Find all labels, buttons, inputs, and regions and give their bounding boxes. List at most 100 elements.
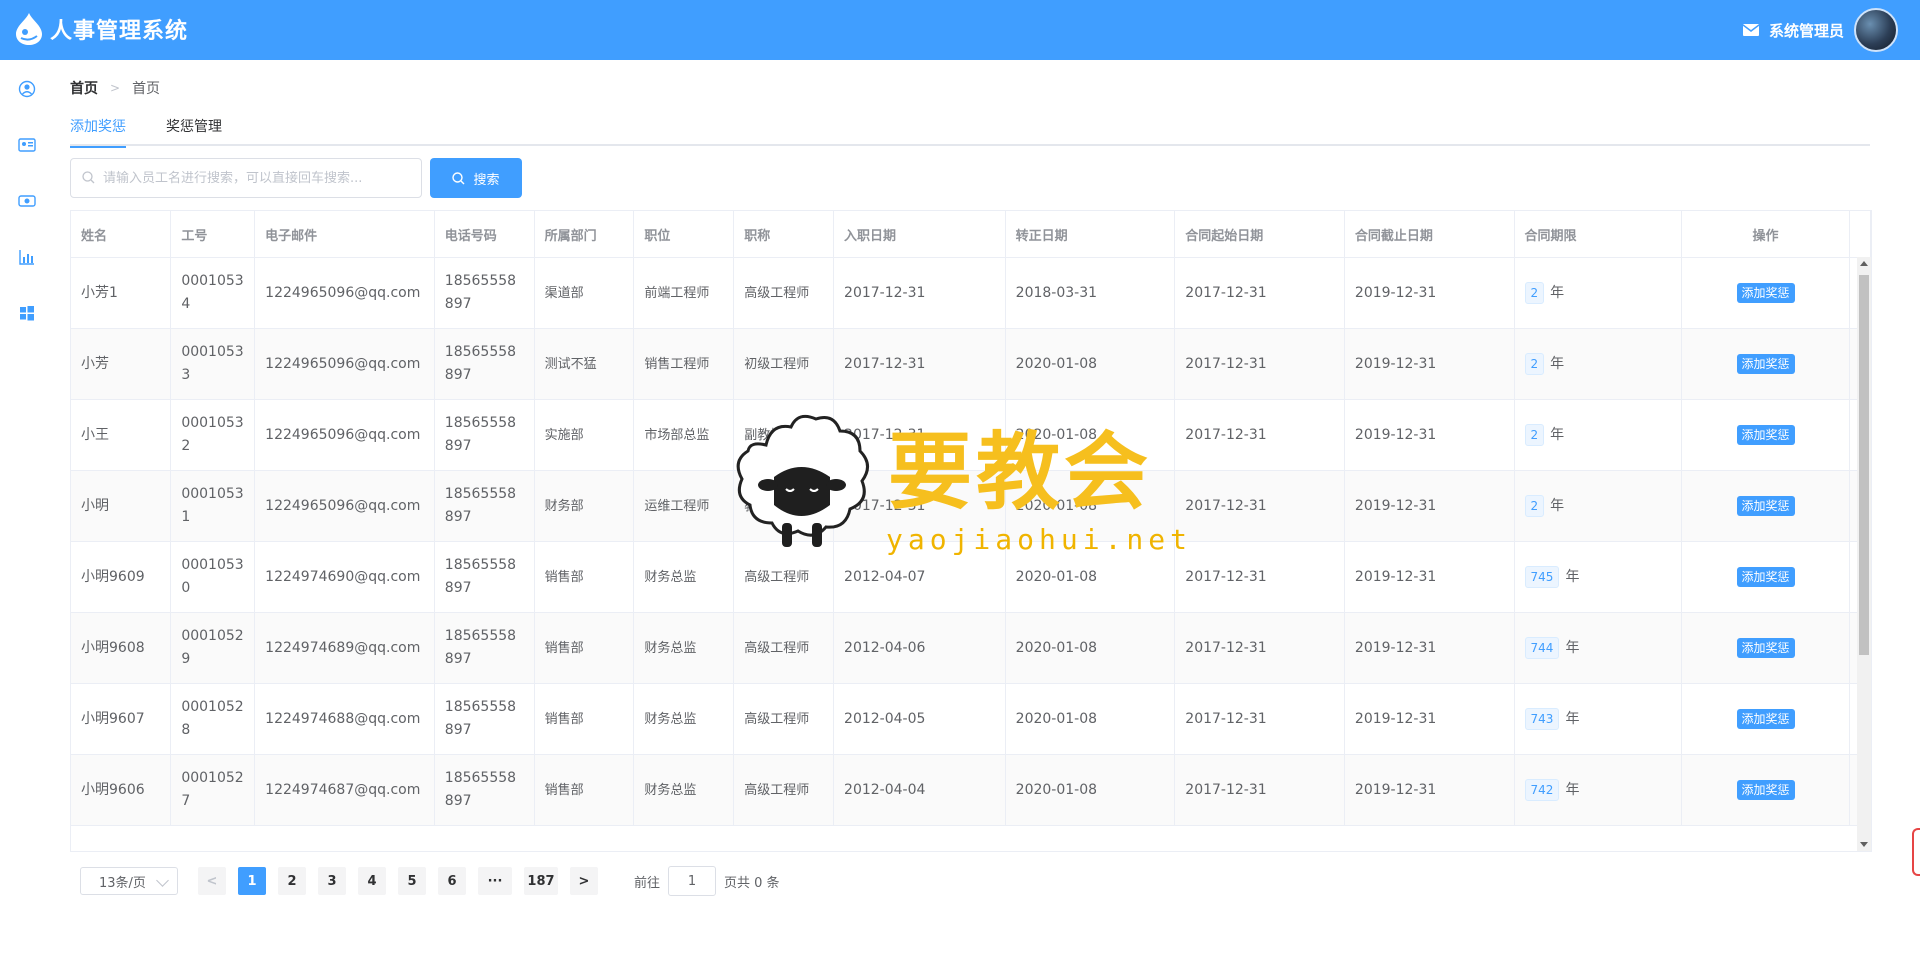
table-cell-dept: 销售部 [534,683,635,755]
term-unit: 年 [1550,284,1565,301]
column-header: 姓名 [71,211,172,258]
page-button[interactable]: 4 [358,867,386,895]
table-cell-phone: 18565558897 [434,399,535,471]
add-reward-button[interactable]: 添加奖惩 [1736,495,1795,516]
column-header: 入职日期 [833,211,1006,258]
user-menu[interactable]: 系统管理员 [1742,8,1898,52]
table-cell-position: 销售工程师 [633,328,735,400]
table-cell-name: 小明9606 [71,754,172,826]
table-cell-phone: 18565558897 [434,754,535,826]
table-scrollbar[interactable] [1857,257,1871,851]
more-pages-button[interactable]: ··· [478,867,512,895]
avatar[interactable] [1854,8,1898,52]
table-cell-end: 2019-12-31 [1344,257,1515,329]
bar-chart-icon[interactable] [18,248,36,266]
page-button[interactable]: 3 [318,867,346,895]
table-cell-term: 2年 [1514,470,1683,542]
table-header-row: 姓名 工号 电子邮件 电话号码 所属部门 职位 职称 入职日期 转正日期 合同起… [71,211,1871,258]
windows-icon[interactable] [18,304,36,322]
table-cell-name: 小王 [71,399,172,471]
term-unit: 年 [1550,355,1565,372]
tab-reward-manage[interactable]: 奖惩管理 [166,116,222,136]
page-button[interactable]: 5 [398,867,426,895]
table-cell-action: 添加奖惩 [1681,754,1850,826]
table-cell-action: 添加奖惩 [1681,257,1850,329]
scroll-thumb[interactable] [1859,275,1869,655]
table-cell-title: 高级工程师 [733,257,835,329]
table-cell-title: 高级工程师 [733,541,835,613]
table-cell-title: 高级工程师 [733,754,835,826]
next-page-button[interactable]: > [570,867,598,895]
add-reward-button[interactable]: 添加奖惩 [1736,708,1795,729]
top-header: 人事管理系统 系统管理员 [0,0,1920,60]
page-button[interactable]: 1 [238,867,266,895]
add-reward-button[interactable]: 添加奖惩 [1736,424,1795,445]
add-reward-button[interactable]: 添加奖惩 [1736,353,1795,374]
app-logo[interactable]: 人事管理系统 [14,12,188,46]
table-row: 小明9608 00010529 1224974689@qq.com 185655588… [71,612,1871,684]
page-button[interactable]: 6 [438,867,466,895]
table-row: 小芳 00010533 1224965096@qq.com 18565558897 测试… [71,328,1871,400]
tab-add-reward[interactable]: 添加奖惩 [70,116,126,148]
term-tag: 742 [1524,778,1560,801]
add-reward-button[interactable]: 添加奖惩 [1736,282,1795,303]
table-cell-start: 2017-12-31 [1174,470,1345,542]
search-button[interactable]: 搜索 [430,158,522,198]
scroll-up-icon[interactable] [1860,261,1868,266]
table-cell-phone: 18565558897 [434,328,535,400]
table-cell-dept: 实施部 [534,399,635,471]
table-cell-title: 高级工程师 [733,683,835,755]
table-cell-id: 00010531 [170,470,256,542]
table-cell-start: 2017-12-31 [1174,399,1345,471]
user-name[interactable]: 系统管理员 [1769,20,1844,41]
table-cell-action: 添加奖惩 [1681,612,1850,684]
table-cell-term: 744 年 [1514,612,1683,684]
table-cell-end: 2019-12-31 [1344,470,1515,542]
table-cell-title: 初级工程师 [733,328,835,400]
table-cell-entry: 2017-12-31 [833,399,1006,471]
table-cell-regular: 2020-01-08 [1005,328,1176,400]
side-handle[interactable] [1912,828,1920,876]
page-size-select[interactable]: 13条/页 [80,867,178,895]
table-cell-dept: 财务部 [534,470,635,542]
term-unit: 年 [1565,781,1580,798]
table-cell-end: 2019-12-31 [1344,754,1515,826]
table-cell-position: 财务总监 [633,683,735,755]
employee-grid: 姓名 工号 电子邮件 电话号码 所属部门 职位 职称 入职日期 转正日期 合同起… [71,211,1871,826]
column-header: 转正日期 [1005,211,1176,258]
scroll-down-icon[interactable] [1860,842,1868,847]
table-cell-title: 高级工程师 [733,612,835,684]
mail-icon[interactable] [1742,24,1759,36]
term-unit: 年 [1565,710,1580,727]
id-card-icon[interactable] [18,136,36,154]
table-cell-title: 副教授 [733,399,835,471]
column-header: 所属部门 [534,211,635,258]
table-cell-entry: 2012-04-07 [833,541,1006,613]
add-reward-button[interactable]: 添加奖惩 [1736,637,1795,658]
table-cell-position: 财务总监 [633,754,735,826]
column-header: 工号 [170,211,256,258]
table-cell-name: 小芳 [71,328,172,400]
table-cell-action: 添加奖惩 [1681,541,1850,613]
page-button[interactable]: 187 [524,867,558,895]
goto-page-input[interactable] [668,866,717,896]
table-cell-dept: 销售部 [534,612,635,684]
add-reward-button[interactable]: 添加奖惩 [1736,779,1795,800]
eye-icon[interactable] [18,192,36,210]
search-input[interactable] [101,159,415,197]
table-cell-name: 小芳1 [71,257,172,329]
search-button-label: 搜索 [473,172,500,188]
term-tag: 2 [1524,352,1545,375]
user-circle-icon[interactable] [18,80,36,98]
table-body: 小芳1 00010534 1224965096@qq.com 18565558897 渠… [71,257,1871,826]
table-cell-phone: 18565558897 [434,470,535,542]
table-row: 小明9607 00010528 1224974688@qq.com 185655588… [71,683,1871,755]
prev-page-button[interactable]: < [198,867,226,895]
table-cell-start: 2017-12-31 [1174,683,1345,755]
table-cell-term: 2年 [1514,257,1683,329]
term-tag: 745 [1524,565,1560,588]
page-button[interactable]: 2 [278,867,306,895]
breadcrumb-home[interactable]: 首页 [70,78,98,98]
term-unit: 年 [1550,426,1565,443]
add-reward-button[interactable]: 添加奖惩 [1736,566,1795,587]
